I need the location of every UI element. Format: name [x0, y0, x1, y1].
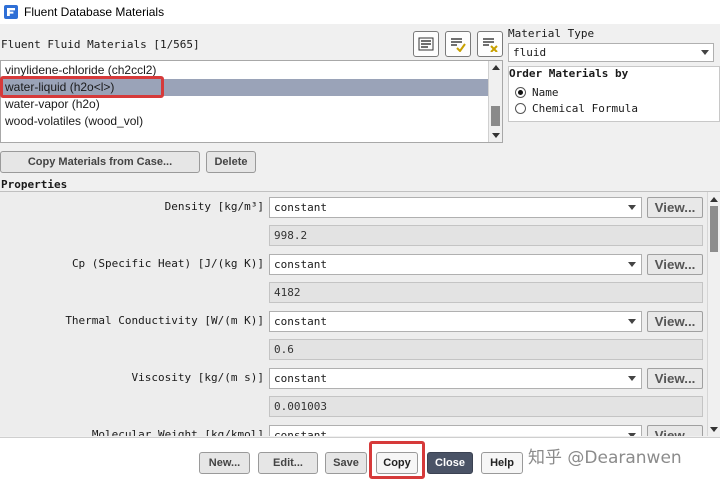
list-item[interactable]: vinylidene-chloride (ch2ccl2): [1, 62, 489, 79]
materials-list[interactable]: vinylidene-chloride (ch2ccl2) water-liqu…: [0, 60, 503, 143]
watermark-text: 知乎 @Dearanwen: [528, 448, 682, 468]
chevron-down-icon: [628, 376, 636, 381]
list-clear-icon: [483, 38, 498, 52]
method-value: constant: [274, 429, 327, 436]
chevron-down-icon: [628, 262, 636, 267]
cp-method-dropdown[interactable]: constant: [269, 254, 642, 275]
scroll-down-icon[interactable]: [710, 427, 718, 432]
save-button[interactable]: Save: [325, 452, 367, 474]
method-value: constant: [274, 372, 327, 385]
molecular-weight-method-dropdown[interactable]: constant: [269, 425, 642, 436]
list-check-icon: [451, 38, 466, 52]
list-view-button[interactable]: [413, 31, 439, 57]
order-by-formula-radio[interactable]: Chemical Formula: [515, 101, 638, 115]
viscosity-value[interactable]: 0.001003: [269, 396, 703, 417]
viscosity-label: Viscosity [kg/(m s)]: [131, 371, 264, 384]
title-bar: Fluent Database Materials: [0, 0, 720, 24]
radio-selected-icon[interactable]: [515, 86, 526, 98]
list-icon: [418, 37, 434, 51]
order-by-name-radio[interactable]: Name: [515, 85, 559, 99]
list-scrollbar[interactable]: [488, 61, 502, 142]
radio-label: Name: [532, 85, 559, 99]
cp-value[interactable]: 4182: [269, 282, 703, 303]
deselect-all-button[interactable]: [477, 31, 503, 57]
order-materials-label: Order Materials by: [509, 67, 629, 80]
list-item[interactable]: wood-volatiles (wood_vol): [1, 113, 489, 130]
radio-label: Chemical Formula: [532, 101, 638, 115]
density-label: Density [kg/m³]: [164, 200, 264, 213]
scroll-down-icon[interactable]: [492, 133, 500, 138]
density-value[interactable]: 998.2: [269, 225, 703, 246]
density-view-button[interactable]: View...: [647, 197, 703, 218]
radio-unselected-icon[interactable]: [515, 102, 526, 114]
density-method-dropdown[interactable]: constant: [269, 197, 642, 218]
method-value: constant: [274, 201, 327, 214]
chevron-down-icon: [628, 205, 636, 210]
properties-panel: Density [kg/m³] constant View... 998.2 C…: [0, 191, 720, 436]
close-button[interactable]: Close: [427, 452, 473, 474]
material-type-dropdown[interactable]: fluid: [508, 43, 714, 62]
materials-list-title: Fluent Fluid Materials [1/565]: [1, 38, 200, 51]
fluent-app-icon: [4, 5, 18, 19]
molecular-weight-label: Molecular Weight [kg/kmol]: [91, 428, 264, 436]
new-button[interactable]: New...: [199, 452, 250, 474]
window-title: Fluent Database Materials: [24, 5, 165, 19]
list-item-selected[interactable]: water-liquid (h2o<l>): [1, 79, 489, 96]
properties-scrollbar[interactable]: [707, 192, 720, 436]
copy-button[interactable]: Copy: [376, 452, 418, 474]
thermal-conductivity-label: Thermal Conductivity [W/(m K)]: [65, 314, 264, 327]
material-type-label: Material Type: [508, 27, 595, 40]
properties-title: Properties: [1, 178, 68, 191]
cp-view-button[interactable]: View...: [647, 254, 703, 275]
chevron-down-icon: [701, 50, 709, 55]
scroll-thumb[interactable]: [710, 206, 718, 252]
viscosity-view-button[interactable]: View...: [647, 368, 703, 389]
molecular-weight-view-button[interactable]: View...: [647, 425, 703, 436]
list-item[interactable]: water-vapor (h2o): [1, 96, 489, 113]
scroll-thumb[interactable]: [491, 106, 500, 126]
delete-button[interactable]: Delete: [206, 151, 256, 173]
scroll-up-icon[interactable]: [710, 197, 718, 202]
thermal-conductivity-view-button[interactable]: View...: [647, 311, 703, 332]
copy-materials-from-case-button[interactable]: Copy Materials from Case...: [0, 151, 200, 173]
select-all-button[interactable]: [445, 31, 471, 57]
method-value: constant: [274, 258, 327, 271]
method-value: constant: [274, 315, 327, 328]
thermal-conductivity-value[interactable]: 0.6: [269, 339, 703, 360]
cp-label: Cp (Specific Heat) [J/(kg K)]: [71, 257, 264, 270]
thermal-conductivity-method-dropdown[interactable]: constant: [269, 311, 642, 332]
scroll-up-icon[interactable]: [492, 65, 500, 70]
viscosity-method-dropdown[interactable]: constant: [269, 368, 642, 389]
chevron-down-icon: [628, 319, 636, 324]
help-button[interactable]: Help: [481, 452, 523, 474]
chevron-down-icon: [628, 433, 636, 436]
order-materials-group: Order Materials by Name Chemical Formula: [508, 66, 720, 122]
material-type-value: fluid: [513, 46, 547, 59]
edit-button[interactable]: Edit...: [258, 452, 318, 474]
